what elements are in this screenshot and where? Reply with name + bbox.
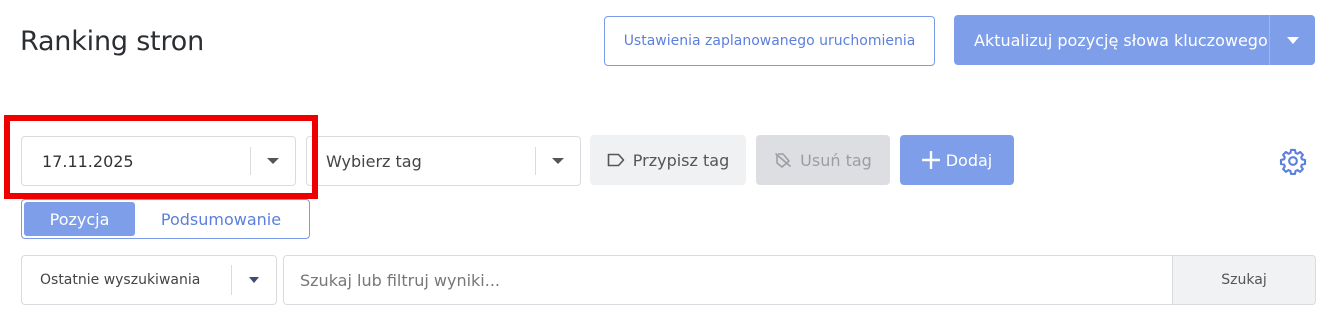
update-keyword-position-button[interactable]: Aktualizuj pozycję słowa kluczowego bbox=[954, 15, 1315, 65]
recent-searches-select[interactable]: Ostatnie wyszukiwania bbox=[21, 255, 277, 305]
recent-searches-toggle[interactable] bbox=[232, 277, 276, 283]
date-select-value: 17.11.2025 bbox=[42, 151, 134, 171]
tag-select[interactable]: Wybierz tag bbox=[306, 136, 581, 186]
gear-icon[interactable] bbox=[1279, 147, 1307, 175]
search-bar: Szukaj bbox=[283, 255, 1316, 305]
date-select-toggle[interactable] bbox=[251, 158, 295, 164]
tag-off-icon bbox=[775, 152, 792, 168]
search-button-label: Szukaj bbox=[1221, 272, 1267, 288]
search-button[interactable]: Szukaj bbox=[1172, 256, 1315, 304]
add-label: Dodaj bbox=[945, 150, 993, 170]
tag-icon bbox=[607, 153, 625, 167]
remove-tag-button[interactable]: Usuń tag bbox=[756, 135, 890, 185]
plus-icon bbox=[921, 151, 940, 169]
search-input[interactable] bbox=[284, 256, 1172, 304]
assign-tag-button[interactable]: Przypisz tag bbox=[590, 135, 746, 185]
caret-down-icon bbox=[267, 158, 279, 164]
tag-select-toggle[interactable] bbox=[536, 158, 580, 164]
tag-select-placeholder: Wybierz tag bbox=[326, 151, 422, 171]
date-select[interactable]: 17.11.2025 bbox=[21, 136, 296, 186]
caret-down-icon bbox=[249, 277, 259, 283]
schedule-settings-label: Ustawienia zaplanowanego uruchomienia bbox=[623, 33, 916, 49]
tab-podsumowanie[interactable]: Podsumowanie bbox=[135, 202, 307, 236]
recent-searches-label: Ostatnie wyszukiwania bbox=[40, 272, 201, 288]
update-keyword-position-main[interactable]: Aktualizuj pozycję słowa kluczowego bbox=[954, 15, 1269, 65]
remove-tag-label: Usuń tag bbox=[800, 150, 872, 170]
update-options-dropdown[interactable] bbox=[1269, 15, 1315, 65]
page-title: Ranking stron bbox=[20, 26, 204, 57]
caret-down-icon bbox=[552, 158, 564, 164]
tab-pozycja[interactable]: Pozycja bbox=[24, 202, 135, 236]
update-keyword-position-label: Aktualizuj pozycję słowa kluczowego bbox=[974, 30, 1268, 50]
view-toggle: Pozycja Podsumowanie bbox=[21, 199, 310, 239]
assign-tag-label: Przypisz tag bbox=[632, 150, 730, 170]
caret-down-icon bbox=[1286, 36, 1299, 44]
add-button[interactable]: Dodaj bbox=[900, 135, 1014, 185]
schedule-settings-button[interactable]: Ustawienia zaplanowanego uruchomienia bbox=[604, 16, 935, 66]
